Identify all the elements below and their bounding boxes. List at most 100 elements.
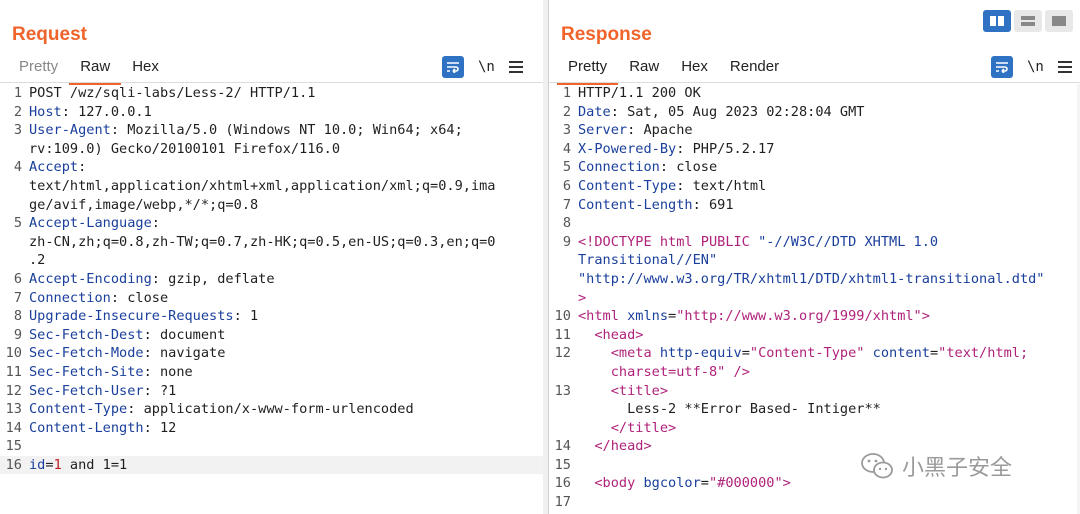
code-line[interactable]: </title> — [549, 419, 1080, 438]
newline-toggle-icon[interactable]: \n — [478, 59, 495, 75]
menu-icon[interactable] — [1057, 58, 1072, 76]
code-line[interactable]: text/html,application/xhtml+xml,applicat… — [0, 177, 543, 196]
line-number: 4 — [13, 159, 22, 176]
response-toolbar: \n — [991, 56, 1072, 78]
code-line[interactable]: ge/avif,image/webp,*/*;q=0.8 — [0, 196, 543, 215]
response-tab-render[interactable]: Render — [719, 54, 790, 82]
code-line[interactable]: 10 <html xmlns="http://www.w3.org/1999/xh… — [549, 307, 1080, 326]
code-line[interactable]: charset=utf-8" /> — [549, 363, 1080, 382]
code-token: <!DOCTYPE html PUBLIC — [578, 233, 759, 250]
layout-stacked-icon[interactable] — [1014, 10, 1042, 32]
code-line[interactable]: 10 Sec-Fetch-Mode: navigate — [0, 344, 543, 363]
line-text: <!DOCTYPE html PUBLIC "-//W3C//DTD XHTML… — [578, 233, 938, 252]
code-token: "http://www.w3.org/1999/xhtml" — [676, 308, 922, 325]
code-line[interactable]: 6 Accept-Encoding: gzip, deflate — [0, 270, 543, 289]
request-tab-pretty[interactable]: Pretty — [8, 54, 69, 82]
code-token: : 12 — [143, 419, 177, 436]
line-text: <body bgcolor="#000000"> — [578, 474, 791, 493]
code-line[interactable]: 15 — [0, 437, 543, 456]
response-tab-raw[interactable]: Raw — [618, 54, 670, 82]
request-editor[interactable]: 1 POST /wz/sqli-labs/Less-2/ HTTP/1.1 2 Hos… — [0, 84, 543, 514]
newline-toggle-icon[interactable]: \n — [1027, 59, 1044, 75]
code-token: : — [151, 215, 160, 232]
code-token: text/html,application/xhtml+xml,applicat… — [29, 177, 496, 194]
line-number: 5 — [562, 159, 571, 176]
code-line[interactable]: 6 Content-Type: text/html — [549, 177, 1080, 196]
code-line[interactable]: 1 HTTP/1.1 200 OK — [549, 84, 1080, 103]
code-line[interactable]: 5 Connection: close — [549, 158, 1080, 177]
line-text: </title> — [578, 419, 676, 438]
code-line[interactable]: 2 Date: Sat, 05 Aug 2023 02:28:04 GMT — [549, 103, 1080, 122]
word-wrap-icon[interactable] — [442, 56, 464, 78]
code-token: "http://www.w3.org/TR/xhtml1/DTD/xhtml1-… — [578, 270, 1045, 287]
line-text: Server: Apache — [578, 121, 693, 140]
request-tab-hex[interactable]: Hex — [121, 54, 170, 82]
code-line[interactable]: 7 Connection: close — [0, 289, 543, 308]
code-token: bgcolor — [643, 475, 701, 492]
line-number: 8 — [562, 215, 571, 232]
code-token: xmlns — [627, 308, 669, 325]
response-tab-pretty[interactable]: Pretty — [557, 54, 619, 85]
code-line[interactable]: 12 <meta http-equiv="Content-Type" conte… — [549, 344, 1080, 363]
code-token: Server — [578, 122, 628, 139]
code-line[interactable]: 11 <head> — [549, 326, 1080, 345]
code-token: Transitional//EN" — [578, 252, 718, 269]
code-line[interactable]: Transitional//EN" — [549, 251, 1080, 270]
code-token: Connection — [29, 289, 111, 306]
code-token: Sec-Fetch-User — [29, 382, 144, 399]
line-number: 9 — [13, 326, 22, 343]
code-line[interactable]: 14 Content-Length: 12 — [0, 419, 543, 438]
watermark-text: 小黑子安全 — [902, 455, 1013, 480]
line-number: 11 — [5, 363, 22, 380]
code-line[interactable]: 8 Upgrade-Insecure-Requests: 1 — [0, 307, 543, 326]
word-wrap-icon[interactable] — [991, 56, 1013, 78]
code-line[interactable]: 16 id=1 and 1=1 — [0, 455, 543, 475]
code-token: > — [782, 475, 791, 492]
code-line[interactable]: 17 — [549, 493, 1080, 512]
line-number: 5 — [13, 215, 22, 232]
line-number: 6 — [562, 177, 571, 194]
code-line[interactable]: 13 <title> — [549, 382, 1080, 401]
menu-icon[interactable] — [508, 58, 523, 76]
code-line[interactable]: 1 POST /wz/sqli-labs/Less-2/ HTTP/1.1 — [0, 84, 543, 103]
code-line[interactable]: 3 Server: Apache — [549, 121, 1080, 140]
code-line[interactable]: rv:109.0) Gecko/20100101 Firefox/116.0 — [0, 140, 543, 159]
code-token: Content-Length — [578, 196, 693, 213]
code-line[interactable]: .2 — [0, 251, 543, 270]
request-tabs: Pretty Raw Hex — [8, 54, 170, 85]
code-token: Content-Type — [578, 177, 677, 194]
request-tab-raw[interactable]: Raw — [69, 54, 122, 85]
line-number: 13 — [5, 401, 22, 418]
code-line[interactable]: 12 Sec-Fetch-User: ?1 — [0, 382, 543, 401]
code-line[interactable]: > — [549, 289, 1080, 308]
line-number: 1 — [13, 85, 22, 101]
code-token: X-Powered-By — [578, 140, 677, 157]
response-tab-hex[interactable]: Hex — [670, 54, 719, 82]
code-token: > — [578, 289, 587, 306]
code-line[interactable]: 9 <!DOCTYPE html PUBLIC "-//W3C//DTD XHTM… — [549, 233, 1080, 252]
layout-side-by-side-icon[interactable] — [983, 10, 1011, 32]
code-line[interactable]: 8 — [549, 214, 1080, 233]
code-line[interactable]: 13 Content-Type: application/x-www-form-u… — [0, 400, 543, 419]
code-line[interactable]: 4 Accept: — [0, 158, 543, 177]
line-text: "http://www.w3.org/TR/xhtml1/DTD/xhtml1-… — [578, 270, 1045, 289]
code-line[interactable]: 3 User-Agent: Mozilla/5.0 (Windows NT 10.… — [0, 121, 543, 140]
layout-tabs-icon[interactable] — [1045, 10, 1073, 32]
code-line[interactable]: 4 X-Powered-By: PHP/5.2.17 — [549, 140, 1080, 159]
code-line[interactable]: Less-2 **Error Based- Intiger** — [549, 400, 1080, 419]
code-token: > — [921, 308, 930, 325]
code-token: = — [700, 475, 709, 492]
code-line[interactable]: zh-CN,zh;q=0.8,zh-TW;q=0.7,zh-HK;q=0.5,e… — [0, 233, 543, 252]
code-token: User-Agent — [29, 122, 111, 139]
code-line[interactable]: 2 Host: 127.0.0.1 — [0, 103, 543, 122]
code-line[interactable]: 5 Accept-Language: — [0, 214, 543, 233]
code-token: : document — [143, 326, 226, 343]
line-text: Sec-Fetch-User: ?1 — [29, 382, 176, 401]
code-line[interactable]: 7 Content-Length: 691 — [549, 196, 1080, 215]
code-token: HTTP/1.1 200 OK — [578, 85, 701, 101]
code-line[interactable]: 9 Sec-Fetch-Dest: document — [0, 326, 543, 345]
code-line[interactable]: 11 Sec-Fetch-Site: none — [0, 363, 543, 382]
code-line[interactable]: "http://www.w3.org/TR/xhtml1/DTD/xhtml1-… — [549, 270, 1080, 289]
